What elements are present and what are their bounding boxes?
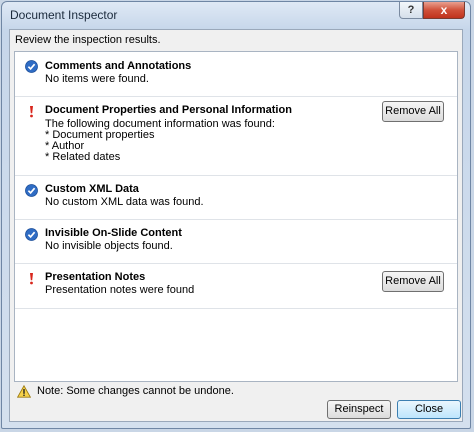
check-circle-icon [25, 184, 38, 197]
result-desc-line: No items were found. [45, 73, 149, 85]
close-button[interactable]: Close [397, 400, 461, 419]
result-desc-line: No invisible objects found. [45, 240, 173, 252]
result-desc-line: * Related dates [45, 151, 121, 163]
exclamation-icon [30, 273, 33, 285]
result-title: Invisible On-Slide Content [45, 227, 182, 239]
document-inspector-dialog: Document Inspector ? x Review the inspec… [1, 1, 471, 429]
warning-triangle-icon [17, 385, 31, 398]
result-title: Comments and Annotations [45, 60, 192, 72]
result-desc-line: No custom XML data was found. [45, 196, 204, 208]
result-item-document-properties: Document Properties and Personal Informa… [15, 96, 457, 176]
result-title: Presentation Notes [45, 271, 146, 283]
result-item-presentation-notes: Presentation Notes Presentation notes we… [15, 263, 457, 309]
intro-text: Review the inspection results. [15, 34, 161, 46]
title-bar[interactable]: Document Inspector ? x [2, 2, 470, 29]
result-item-custom-xml: Custom XML Data No custom XML data was f… [15, 175, 457, 220]
reinspect-button[interactable]: Reinspect [327, 400, 391, 419]
window-title: Document Inspector [10, 8, 118, 22]
undo-warning-note: Note: Some changes cannot be undone. [37, 385, 234, 397]
help-button[interactable]: ? [399, 2, 423, 19]
close-window-button[interactable]: x [423, 2, 465, 19]
result-title: Document Properties and Personal Informa… [45, 104, 292, 116]
check-circle-icon [25, 228, 38, 241]
exclamation-icon [30, 106, 33, 118]
remove-all-properties-button[interactable]: Remove All [382, 101, 444, 122]
result-item-invisible-content: Invisible On-Slide Content No invisible … [15, 219, 457, 264]
check-circle-icon [25, 60, 38, 73]
remove-all-notes-button[interactable]: Remove All [382, 271, 444, 292]
dialog-content: Review the inspection results. Comments … [9, 29, 463, 422]
result-item-comments: Comments and Annotations No items were f… [15, 52, 457, 97]
result-title: Custom XML Data [45, 183, 139, 195]
result-desc-line: Presentation notes were found [45, 284, 195, 296]
inspection-results-list: Comments and Annotations No items were f… [14, 51, 458, 382]
